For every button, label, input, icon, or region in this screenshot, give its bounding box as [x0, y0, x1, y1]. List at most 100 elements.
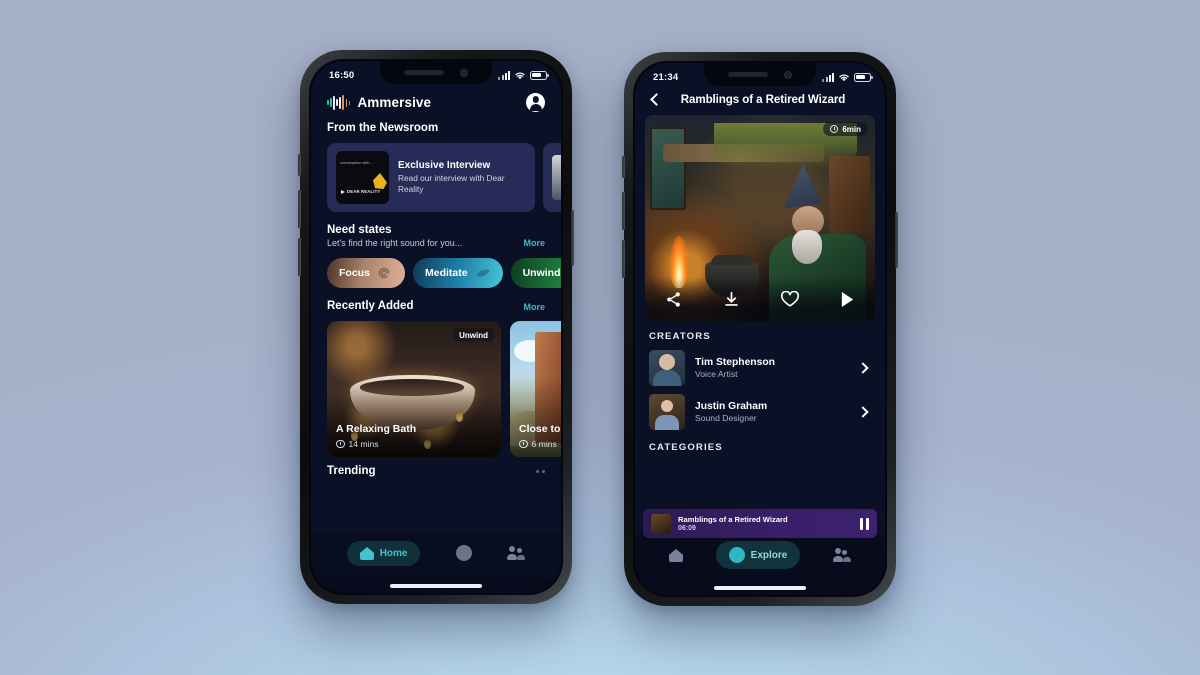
clock-icon — [829, 124, 839, 134]
compass-icon — [728, 547, 745, 563]
news-card-next[interactable] — [543, 143, 561, 212]
news-card-description: Read our interview with Dear Reality — [398, 173, 505, 195]
play-icon[interactable] — [840, 291, 855, 308]
chevron-right-icon[interactable] — [857, 362, 869, 374]
share-icon[interactable] — [665, 291, 682, 308]
creator-name: Justin Graham — [695, 400, 768, 412]
cellular-bars-icon — [498, 70, 510, 80]
creator-role: Voice Artist — [695, 369, 738, 380]
home-screen: 16:50 Ammersive From the Newsroom conver… — [311, 61, 561, 593]
volume-down-button[interactable] — [622, 240, 625, 278]
status-time: 21:34 — [653, 71, 679, 83]
download-icon[interactable] — [723, 291, 740, 308]
volume-up-button[interactable] — [298, 190, 301, 228]
need-states-subtitle: Let's find the right sound for you... — [327, 238, 463, 248]
chevron-right-icon[interactable] — [857, 406, 869, 418]
clock-icon — [519, 439, 528, 449]
recently-added-card-bath[interactable]: Unwind A Relaxing Bath 14 mins — [327, 321, 501, 457]
home-icon — [359, 546, 374, 560]
newsroom-carousel[interactable]: conversation with... DEAR REALITY Exclus… — [311, 134, 561, 212]
card-duration: 14 mins — [336, 439, 379, 449]
mute-switch[interactable] — [298, 154, 301, 176]
battery-icon — [530, 70, 549, 80]
battery-icon — [854, 72, 873, 82]
need-state-pill-focus[interactable]: Focus — [327, 258, 405, 288]
pill-label-meditate: Meditate — [425, 267, 468, 279]
phone-detail-mockup: 21:34 Ramblings of a Retired Wizard 6min… — [622, 52, 898, 606]
tab-home[interactable]: Home — [346, 540, 421, 566]
pill-label-focus: Focus — [339, 267, 370, 279]
pill-label-unwind: Unwind — [522, 267, 561, 279]
people-icon[interactable] — [832, 548, 851, 562]
heart-icon[interactable] — [780, 290, 799, 308]
tab-home-label: Home — [379, 547, 408, 559]
card-duration: 6 mins — [519, 439, 557, 449]
mute-switch[interactable] — [622, 156, 625, 178]
trending-section-header: Trending — [311, 457, 561, 477]
account-avatar-icon[interactable] — [526, 93, 545, 112]
need-states-more-link[interactable]: More — [523, 238, 545, 248]
overflow-dots-icon[interactable] — [536, 469, 545, 473]
pause-icon[interactable] — [860, 517, 869, 530]
brand-logo: Ammersive — [327, 95, 431, 110]
creator-avatar — [649, 350, 685, 386]
detail-header: Ramblings of a Retired Wizard — [635, 89, 885, 115]
dear-reality-logo: DEAR REALITY — [341, 189, 380, 194]
trending-title: Trending — [327, 465, 376, 477]
phone-home-mockup: 16:50 Ammersive From the Newsroom conver… — [298, 50, 574, 604]
creators-section-label: CREATORS — [649, 331, 711, 342]
power-button[interactable] — [571, 210, 574, 266]
tab-explore[interactable]: Explore — [715, 541, 801, 569]
need-states-title: Need states — [327, 224, 392, 236]
recently-added-card-close-to[interactable]: Close to 6 mins — [510, 321, 561, 457]
creator-role: Sound Designer — [695, 413, 757, 424]
need-state-pills[interactable]: Focus Meditate Unwind — [311, 248, 561, 288]
cellular-bars-icon — [822, 72, 834, 82]
creator-avatar — [649, 394, 685, 430]
power-button[interactable] — [895, 212, 898, 268]
newsroom-section-title: From the Newsroom — [327, 122, 439, 134]
detail-screen: 21:34 Ramblings of a Retired Wizard 6min… — [635, 63, 885, 595]
need-state-pill-meditate[interactable]: Meditate — [413, 258, 503, 288]
clock-icon — [336, 439, 345, 449]
hero-action-bar[interactable] — [645, 277, 875, 321]
creator-row[interactable]: Justin Graham Sound Designer — [635, 386, 885, 430]
categories-section-label: CATEGORIES — [649, 442, 723, 453]
creator-row[interactable]: Tim Stephenson Voice Artist — [635, 342, 885, 386]
bottom-tabbar-detail[interactable]: Explore — [635, 535, 885, 581]
focus-spiral-icon — [378, 267, 390, 279]
wifi-icon — [839, 74, 849, 81]
need-state-pill-unwind[interactable]: Unwind — [510, 258, 561, 288]
phone-bezel: 21:34 Ramblings of a Retired Wizard 6min… — [633, 61, 887, 597]
compass-icon[interactable] — [455, 545, 472, 561]
hero-artwork[interactable]: 6min — [645, 115, 875, 321]
mini-player-thumbnail — [651, 513, 671, 534]
mini-player-time: 06:09 — [678, 525, 696, 532]
tab-explore-label: Explore — [750, 549, 788, 561]
recently-added-title: Recently Added — [327, 300, 414, 312]
people-icon[interactable] — [507, 546, 526, 560]
news-card-title: Exclusive Interview — [398, 159, 491, 171]
meditate-leaf-icon — [475, 269, 490, 277]
home-indicator — [635, 581, 885, 595]
hero-duration-badge: 6min — [822, 122, 868, 136]
volume-up-button[interactable] — [622, 192, 625, 230]
mini-player-title: Ramblings of a Retired Wizard — [678, 515, 788, 524]
app-header: Ammersive — [311, 87, 561, 122]
brand-name: Ammersive — [357, 95, 432, 110]
phone-bezel: 16:50 Ammersive From the Newsroom conver… — [309, 59, 563, 595]
waveform-icon — [327, 95, 351, 110]
recently-added-carousel[interactable]: Unwind A Relaxing Bath 14 mins Close to — [311, 312, 561, 457]
mini-player[interactable]: Ramblings of a Retired Wizard 06:09 — [643, 509, 877, 538]
wifi-icon — [515, 72, 525, 79]
news-thumb-caption: conversation with... — [340, 161, 373, 165]
news-card[interactable]: conversation with... DEAR REALITY Exclus… — [327, 143, 535, 212]
news-thumb-shape — [373, 173, 387, 189]
home-icon[interactable] — [669, 548, 684, 562]
card-title: Close to — [519, 423, 561, 435]
bottom-tabbar-home[interactable]: Home — [311, 533, 561, 579]
chevron-left-icon[interactable] — [650, 93, 663, 106]
status-time: 16:50 — [329, 69, 355, 81]
recently-added-more-link[interactable]: More — [523, 302, 545, 312]
volume-down-button[interactable] — [298, 238, 301, 276]
